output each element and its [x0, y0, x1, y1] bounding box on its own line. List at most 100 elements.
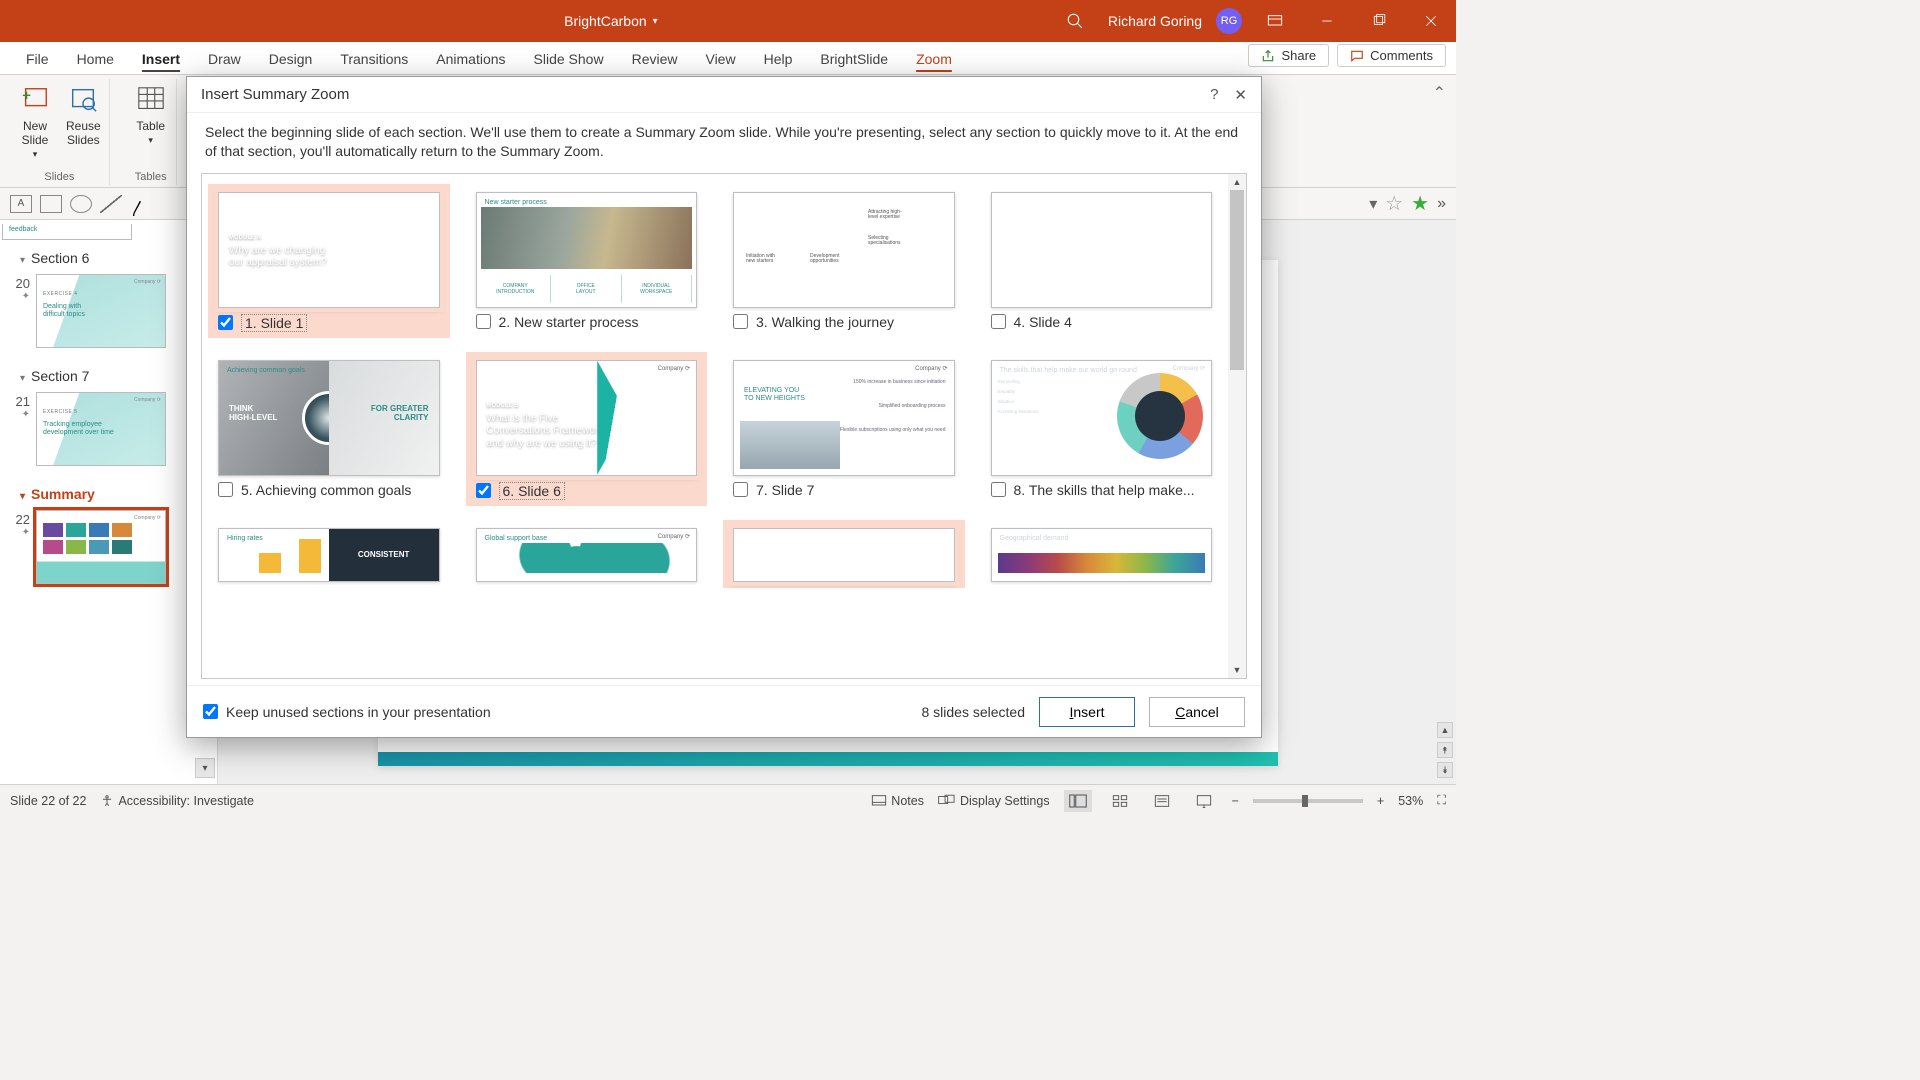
cell-checkbox[interactable] — [991, 314, 1006, 329]
line-shape[interactable] — [100, 195, 122, 213]
maximize-icon[interactable] — [1360, 0, 1398, 42]
cell-checkbox[interactable] — [733, 482, 748, 497]
cell-checkbox[interactable] — [218, 315, 233, 330]
table-button[interactable]: Table ▾ — [130, 81, 172, 148]
document-name[interactable]: BrightCarbon ▾ — [166, 13, 1056, 29]
user-avatar[interactable]: RG — [1216, 8, 1242, 34]
textbox-shape[interactable]: A — [10, 195, 32, 213]
close-icon[interactable]: ✕ — [1234, 86, 1247, 104]
cell-thumb[interactable]: MODULE AWhy are we changing our appraisa… — [218, 192, 440, 308]
slide-thumb-partial[interactable]: feedback — [2, 224, 132, 240]
next-slide-icon[interactable]: ⯯ — [1437, 762, 1453, 778]
cell-thumb[interactable]: COMMON GOALTWO CLEAR OPTIONS — [991, 192, 1213, 308]
zoom-value[interactable]: 53% — [1398, 794, 1423, 808]
insert-button[interactable]: Insert — [1039, 697, 1135, 727]
fit-window-icon[interactable]: ⛶ — [1437, 793, 1446, 808]
help-icon[interactable]: ? — [1210, 86, 1218, 104]
zoom-cell-12[interactable]: Geographical demandSTRONGEST TRENDS — [981, 520, 1223, 588]
zoom-cell-7[interactable]: ELEVATING YOU TO NEW HEIGHTS150% increas… — [723, 352, 965, 506]
zoom-out-button[interactable]: − — [1232, 794, 1239, 808]
zoom-cell-10[interactable]: Global support baseCompany ⟳ — [466, 520, 708, 588]
slide-thumb-21[interactable]: Company ⟳ EXERCISE 5 Tracking employee d… — [36, 392, 166, 466]
slide-thumb-22[interactable]: Company ⟳ — [36, 510, 166, 584]
keep-unused-checkbox[interactable]: Keep unused sections in your presentatio… — [203, 704, 491, 720]
slide-row-22[interactable]: 22 ✦ Company ⟳ — [2, 508, 211, 594]
ribbon-display-icon[interactable] — [1256, 0, 1294, 42]
view-normal-icon[interactable] — [1064, 790, 1092, 812]
scroll-thumb[interactable] — [1230, 190, 1244, 370]
chevron-down-icon[interactable]: ▾ — [1369, 194, 1377, 214]
zoom-cell-4[interactable]: COMMON GOALTWO CLEAR OPTIONS 4. Slide 4 — [981, 184, 1223, 338]
tab-slide-show[interactable]: Slide Show — [520, 45, 618, 74]
close-icon[interactable] — [1412, 0, 1450, 42]
cell-checkbox-row[interactable]: 4. Slide 4 — [991, 314, 1213, 330]
more-icon[interactable]: » — [1437, 195, 1446, 213]
dialog-scrollbar[interactable]: ▲ ▼ — [1228, 174, 1246, 678]
cell-checkbox-row[interactable]: 6. Slide 6 — [476, 482, 698, 500]
cell-checkbox[interactable] — [218, 482, 233, 497]
cell-checkbox-row[interactable]: 1. Slide 1 — [218, 314, 440, 332]
cell-checkbox-row[interactable]: 7. Slide 7 — [733, 482, 955, 498]
cell-checkbox[interactable] — [476, 314, 491, 329]
slide-row-20[interactable]: 20 ✦ Company ⟳ EXERCISE 4 Dealing with d… — [2, 272, 211, 358]
tab-view[interactable]: View — [691, 45, 749, 74]
cell-thumb[interactable]: Hiring ratesCONSISTENT — [218, 528, 440, 582]
panel-scroll-down[interactable]: ▾ — [195, 758, 215, 778]
cell-thumb[interactable]: Geographical demandSTRONGEST TRENDS — [991, 528, 1213, 582]
search-icon[interactable] — [1056, 0, 1094, 42]
cell-thumb[interactable]: Global support baseCompany ⟳ — [476, 528, 698, 582]
tab-animations[interactable]: Animations — [422, 45, 519, 74]
zoom-slider[interactable] — [1253, 799, 1363, 803]
prev-slide-icon[interactable]: ⯭ — [1437, 742, 1453, 758]
zoom-cell-3[interactable]: Walking the journeyAttracting high- leve… — [723, 184, 965, 338]
tab-help[interactable]: Help — [750, 45, 807, 74]
cell-checkbox-row[interactable]: 2. New starter process — [476, 314, 698, 330]
cell-thumb[interactable]: Walking the journeyAttracting high- leve… — [733, 192, 955, 308]
zoom-cell-8[interactable]: The skills that help make our world go r… — [981, 352, 1223, 506]
view-sorter-icon[interactable] — [1106, 790, 1134, 812]
section-header-summary[interactable]: Summary — [2, 476, 211, 508]
section-header-6[interactable]: Section 6 — [2, 240, 211, 272]
vertical-scrollbar[interactable]: ▲ ⯭ ⯯ — [1436, 220, 1454, 784]
zoom-cell-5[interactable]: Achieving common goalsTHINK HIGH-LEVELFO… — [208, 352, 450, 506]
cell-checkbox-row[interactable]: 8. The skills that help make... — [991, 482, 1213, 498]
zoom-cell-9[interactable]: Hiring ratesCONSISTENT — [208, 520, 450, 588]
tab-zoom[interactable]: Zoom — [902, 45, 966, 74]
slide-row-21[interactable]: 21 ✦ Company ⟳ EXERCISE 5 Tracking emplo… — [2, 390, 211, 476]
share-button[interactable]: Share — [1248, 44, 1329, 67]
comments-button[interactable]: Comments — [1337, 44, 1446, 67]
zoom-cell-1[interactable]: MODULE AWhy are we changing our appraisa… — [208, 184, 450, 338]
tab-home[interactable]: Home — [63, 45, 128, 74]
cell-thumb[interactable]: Achieving common goalsTHINK HIGH-LEVELFO… — [218, 360, 440, 476]
zoom-cell-11[interactable] — [723, 520, 965, 588]
tab-insert[interactable]: Insert — [128, 45, 194, 74]
cell-thumb[interactable]: New starter processCOMPANY INTRODUCTIONO… — [476, 192, 698, 308]
cell-checkbox[interactable] — [991, 482, 1006, 497]
keep-unused-input[interactable] — [203, 704, 218, 719]
cell-thumb[interactable]: MODULE BWhat is the Five Conversations F… — [476, 360, 698, 476]
cell-checkbox[interactable] — [476, 483, 491, 498]
zoom-in-button[interactable]: + — [1377, 794, 1384, 808]
scroll-up-icon[interactable]: ▲ — [1437, 722, 1453, 738]
view-slideshow-icon[interactable] — [1190, 790, 1218, 812]
slide-thumb-20[interactable]: Company ⟳ EXERCISE 4 Dealing with diffic… — [36, 274, 166, 348]
scroll-down-icon[interactable]: ▼ — [1228, 662, 1246, 678]
collapse-ribbon-icon[interactable]: ⌃ — [1433, 83, 1446, 103]
cell-checkbox[interactable] — [733, 314, 748, 329]
tab-draw[interactable]: Draw — [194, 45, 255, 74]
new-slide-button[interactable]: New Slide ▾ — [14, 81, 56, 162]
cancel-button[interactable]: Cancel — [1149, 697, 1245, 727]
cell-thumb[interactable]: ELEVATING YOU TO NEW HEIGHTS150% increas… — [733, 360, 955, 476]
notes-button[interactable]: Notes — [871, 794, 924, 808]
cell-checkbox-row[interactable]: 3. Walking the journey — [733, 314, 955, 330]
cell-thumb[interactable] — [733, 528, 955, 582]
rect-shape[interactable] — [40, 195, 62, 213]
tab-file[interactable]: File — [12, 45, 63, 74]
view-reading-icon[interactable] — [1148, 790, 1176, 812]
minimize-icon[interactable] — [1308, 0, 1346, 42]
display-settings-button[interactable]: Display Settings — [938, 794, 1050, 808]
cell-checkbox-row[interactable]: 5. Achieving common goals — [218, 482, 440, 498]
zoom-cell-2[interactable]: New starter processCOMPANY INTRODUCTIONO… — [466, 184, 708, 338]
tab-review[interactable]: Review — [618, 45, 692, 74]
oval-shape[interactable] — [70, 195, 92, 213]
